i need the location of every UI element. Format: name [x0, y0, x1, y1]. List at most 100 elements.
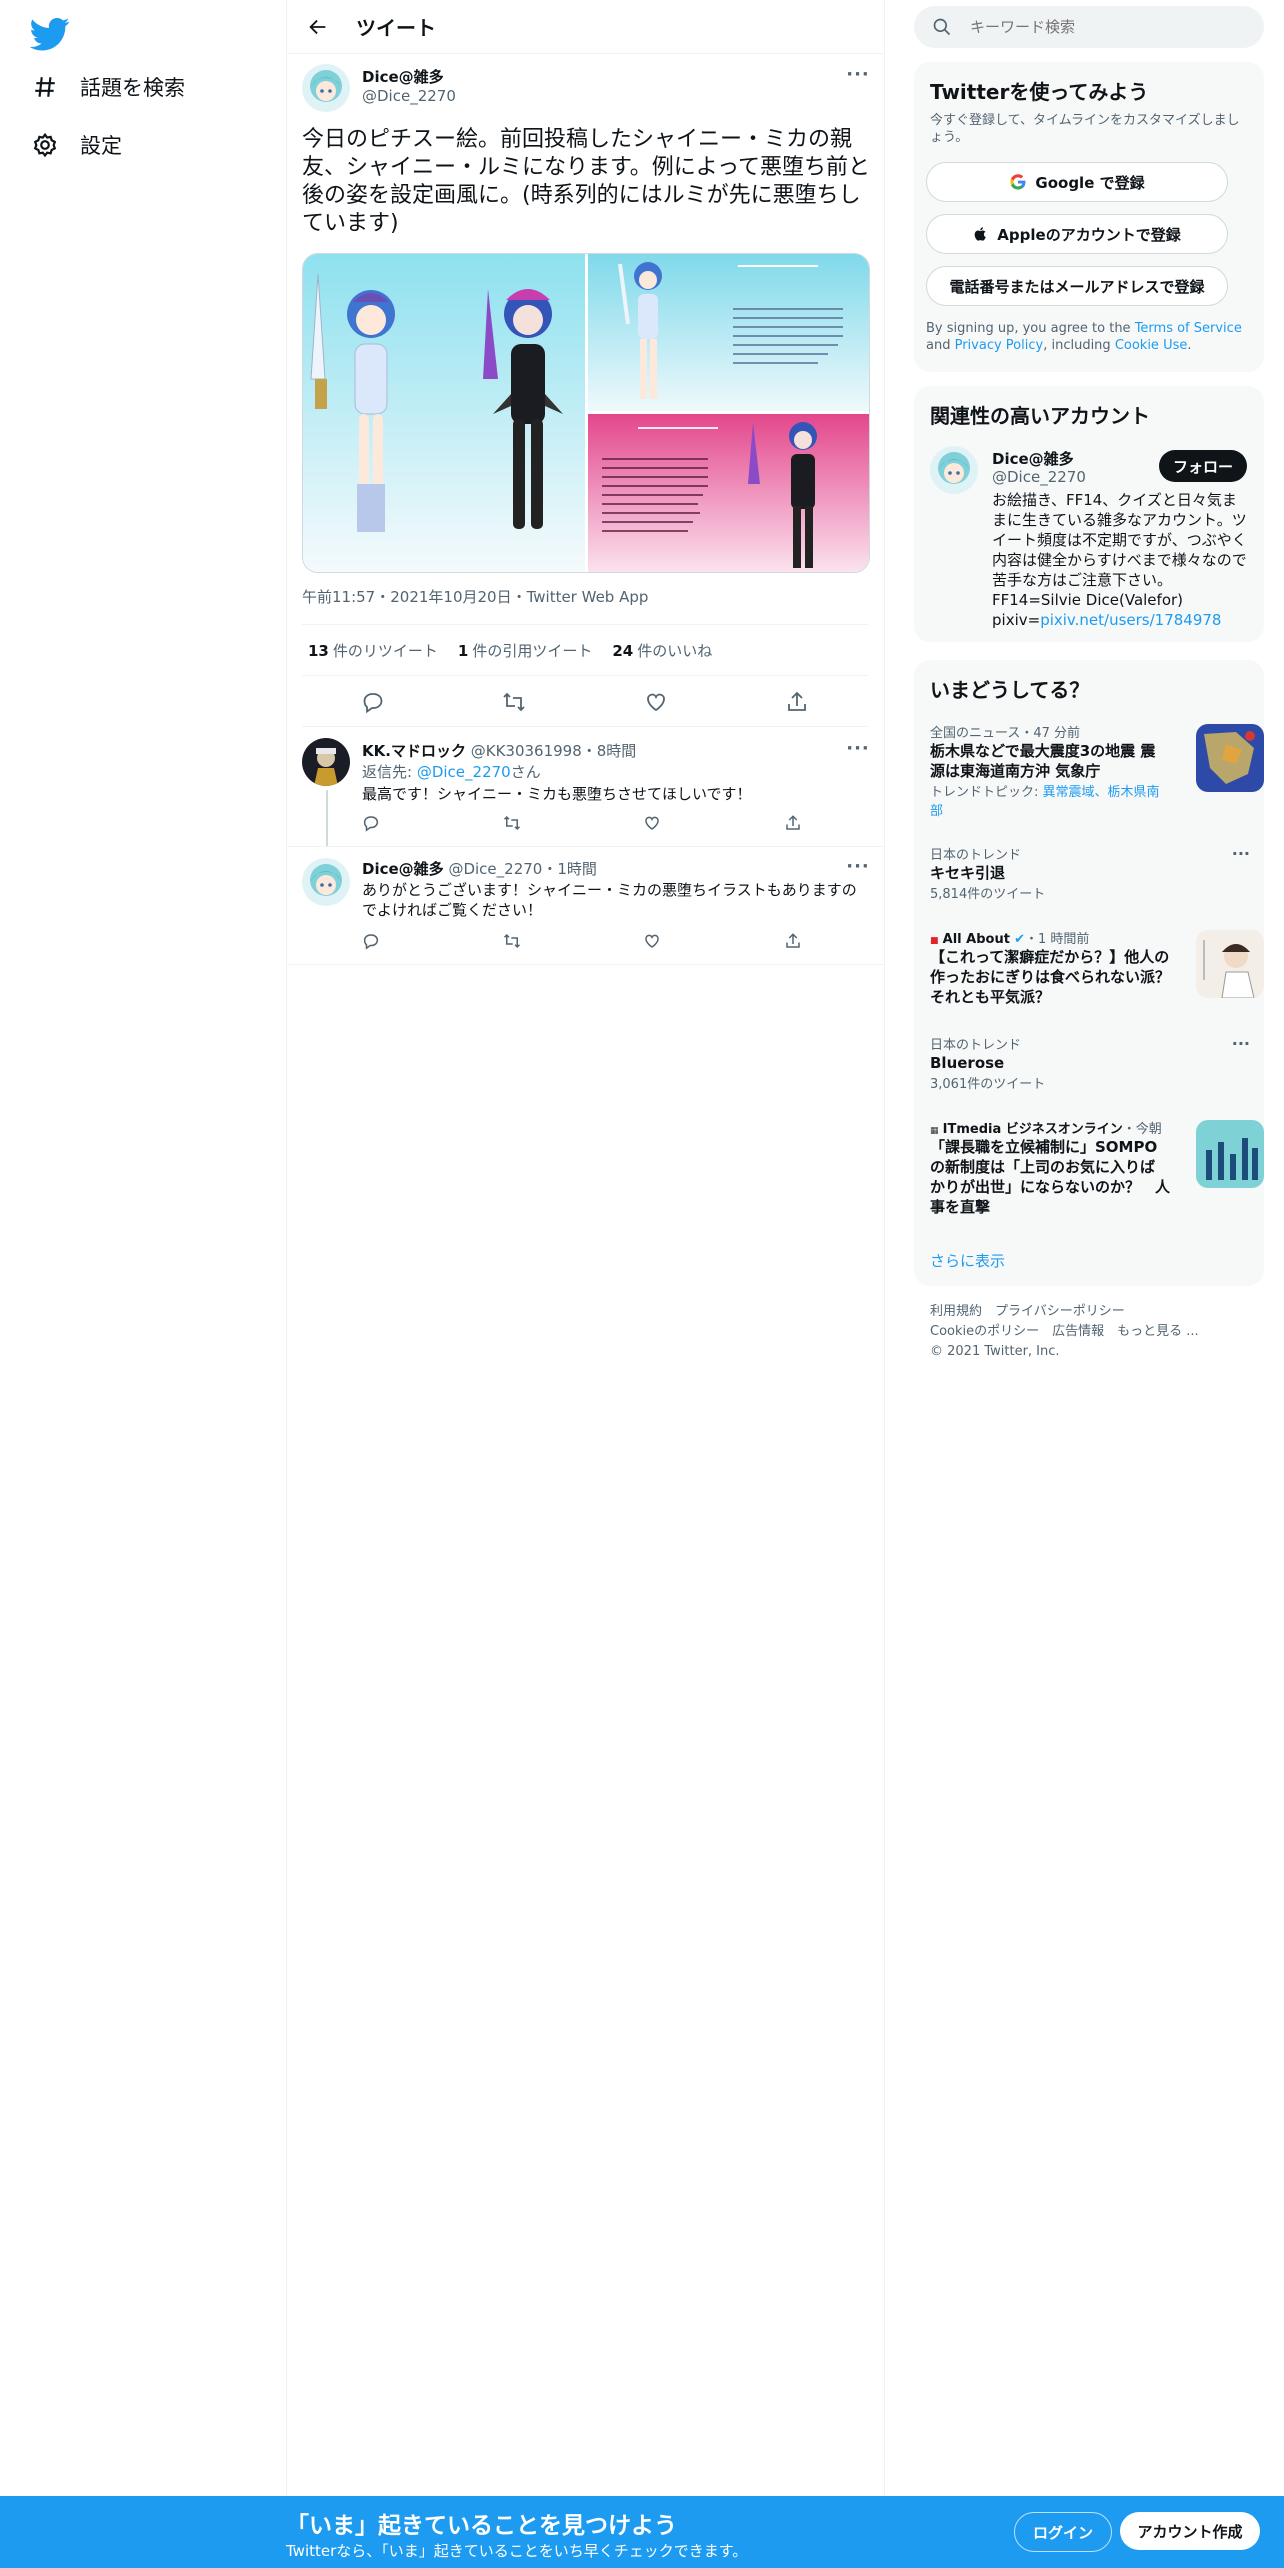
google-signup-button[interactable]: Google で登録 [926, 162, 1228, 202]
more-options-icon[interactable]: ··· [846, 740, 870, 762]
verified-badge-icon: ✔ [1014, 932, 1025, 947]
reply-text: 最高です！シャイニー・ミカも悪堕ちさせてほしいです！ [362, 785, 752, 803]
signup-button[interactable]: アカウント作成 [1120, 2512, 1260, 2550]
search-input[interactable] [968, 17, 1252, 37]
retweet-icon[interactable] [502, 690, 526, 714]
trend-thumbnail [1196, 1120, 1264, 1188]
related-bio: お絵描き、FF14、クイズと日々気ままに生きている雑多なアカウント。ツイート頻度… [992, 491, 1247, 629]
more-options-icon[interactable]: ··· [846, 66, 870, 88]
related-title: 関連性の高いアカウント [930, 404, 1150, 428]
retweet-icon[interactable] [503, 932, 521, 950]
nav-settings-label: 設定 [80, 134, 122, 158]
arrow-left-icon[interactable] [300, 9, 336, 45]
search-bar[interactable] [914, 6, 1264, 48]
cookie-link[interactable]: Cookie Use [1115, 338, 1188, 353]
signup-terms: By signing up, you agree to the Terms of… [926, 321, 1242, 353]
google-icon [1009, 173, 1027, 191]
trend-thumbnail [1196, 724, 1264, 792]
more-options-icon[interactable]: ··· [1232, 1034, 1250, 1053]
reply-to-link[interactable]: @Dice_2270 [417, 763, 511, 781]
like-count[interactable]: 24 件のいいね [612, 640, 712, 661]
reply-text: ありがとうございます！シャイニー・ミカの悪堕ちイラストもありますのでよければご覧… [362, 881, 857, 919]
reply-icon[interactable] [362, 932, 380, 950]
tweet-media[interactable] [302, 253, 870, 573]
reply-icon[interactable] [361, 690, 385, 714]
more-options-icon[interactable]: ··· [846, 858, 870, 880]
search-icon [932, 17, 952, 37]
phone-email-signup-button[interactable]: 電話番号またはメールアドレスで登録 [926, 266, 1228, 306]
hashtag-icon [30, 72, 60, 102]
tweet-timestamp[interactable]: 午前11:57・2021年10月20日・Twitter Web App [302, 586, 648, 607]
trend-item[interactable]: ▦ ITmedia ビジネスオンライン・今朝 「課長職を立候補制に」SOMPOの… [930, 1118, 1264, 1228]
like-icon[interactable] [643, 932, 661, 950]
login-button[interactable]: ログイン [1014, 2512, 1112, 2552]
allabout-logo-icon: ■ [930, 936, 939, 946]
share-icon[interactable] [784, 932, 802, 950]
nav-explore[interactable]: 話題を検索 [30, 67, 185, 107]
author-handle[interactable]: @Dice_2270 [362, 87, 456, 105]
trend-thumbnail [1196, 930, 1264, 998]
footer-links: 利用規約 プライバシーポリシー Cookieのポリシー 広告情報 もっと見る .… [930, 1302, 1250, 1362]
reply-author[interactable]: Dice@雑多 @Dice_2270・1時間 [362, 858, 597, 879]
apple-icon [973, 225, 989, 243]
like-icon[interactable] [643, 814, 661, 832]
main-column: ツイート Dice@雑多 @Dice_2270 ··· 今日のピチスー絵。前回投… [286, 0, 885, 2568]
trends-card: いまどうしてる？ 全国のニュース・47 分前 栃木県などで最大震度3の地震 震源… [914, 660, 1264, 1286]
signup-card: Twitterを使ってみよう 今すぐ登録して、タイムラインをカスタマイズしましょ… [914, 62, 1264, 372]
pixiv-link[interactable]: pixiv.net/users/1784978 [1040, 611, 1221, 629]
left-nav: 話題を検索 設定 [0, 0, 287, 2568]
media-image-2[interactable] [588, 254, 869, 411]
reply-actions [362, 932, 802, 950]
tweet-stats: 13 件のリツイート 1 件の引用ツイート 24 件のいいね [302, 624, 868, 676]
banner-headline: 「いま」起きていることを見つけよう [286, 2513, 677, 2539]
tweet-actions [302, 677, 868, 727]
retweet-icon[interactable] [503, 814, 521, 832]
more-options-icon[interactable]: ··· [1232, 844, 1250, 863]
avatar[interactable] [302, 858, 350, 906]
reply-tweet[interactable]: KK.マドロック @KK30361998・8時間 ··· 返信先: @Dice_… [286, 728, 884, 847]
follow-button[interactable]: フォロー [1159, 450, 1247, 482]
copyright: © 2021 Twitter, Inc. [930, 1344, 1060, 1359]
avatar[interactable] [302, 738, 350, 786]
media-image-1[interactable] [303, 254, 585, 572]
signup-banner: 「いま」起きていることを見つけよう Twitterなら、「いま」起きていることを… [0, 2496, 1284, 2568]
related-name[interactable]: Dice@雑多 [992, 448, 1074, 469]
trend-item[interactable]: 全国のニュース・47 分前 栃木県などで最大震度3の地震 震源は東海道南方沖 気… [930, 722, 1264, 832]
reply-icon[interactable] [362, 814, 380, 832]
reply-to-line: 返信先: @Dice_2270さん [362, 763, 541, 781]
quote-count[interactable]: 1 件の引用ツイート [458, 640, 592, 661]
reply-tweet[interactable]: Dice@雑多 @Dice_2270・1時間 ··· ありがとうございます！シャ… [286, 846, 884, 965]
nav-settings[interactable]: 設定 [30, 125, 122, 165]
reply-actions [362, 814, 802, 832]
like-icon[interactable] [644, 690, 668, 714]
related-accounts-card: 関連性の高いアカウント Dice@雑多 @Dice_2270 フォロー お絵描き… [914, 386, 1264, 642]
page-title: ツイート [356, 16, 436, 40]
privacy-link[interactable]: Privacy Policy [955, 338, 1044, 353]
banner-subtext: Twitterなら、「いま」起きていることをいち早くチェックできます。 [286, 2542, 748, 2560]
retweet-count[interactable]: 13 件のリツイート [308, 640, 438, 661]
terms-link[interactable]: Terms of Service [1135, 321, 1242, 336]
trend-item[interactable]: 日本のトレンド キセキ引退 5,814件のツイート ··· [930, 844, 1250, 904]
author-name[interactable]: Dice@雑多 [362, 66, 444, 87]
share-icon[interactable] [784, 814, 802, 832]
trends-title: いまどうしてる？ [930, 678, 1090, 702]
footer-line-2[interactable]: Cookieのポリシー 広告情報 もっと見る ... [930, 1322, 1250, 1342]
media-image-3[interactable] [588, 414, 869, 572]
twitter-bird-icon[interactable] [30, 14, 70, 54]
itmedia-logo-icon: ▦ [930, 1126, 939, 1136]
avatar[interactable] [930, 446, 978, 494]
nav-explore-label: 話題を検索 [80, 76, 185, 100]
related-handle[interactable]: @Dice_2270 [992, 468, 1086, 486]
footer-line-1[interactable]: 利用規約 プライバシーポリシー [930, 1302, 1250, 1322]
avatar[interactable] [302, 64, 350, 112]
tweet-text: 今日のピチスー絵。前回投稿したシャイニー・ミカの親友、シャイニー・ルミになります… [302, 127, 871, 236]
reply-author[interactable]: KK.マドロック @KK30361998・8時間 [362, 740, 636, 761]
trend-item[interactable]: ■ All About ✔・1 時間前 【これって潔癖症だから？】他人の作ったお… [930, 928, 1264, 1028]
trend-item[interactable]: 日本のトレンド Bluerose 3,061件のツイート ··· [930, 1034, 1250, 1094]
apple-signup-button[interactable]: Appleのアカウントで登録 [926, 214, 1228, 254]
show-more-link[interactable]: さらに表示 [930, 1250, 1005, 1271]
gear-icon [30, 130, 60, 160]
signup-title: Twitterを使ってみよう [930, 80, 1149, 104]
page-header: ツイート [286, 0, 884, 54]
share-icon[interactable] [785, 690, 809, 714]
